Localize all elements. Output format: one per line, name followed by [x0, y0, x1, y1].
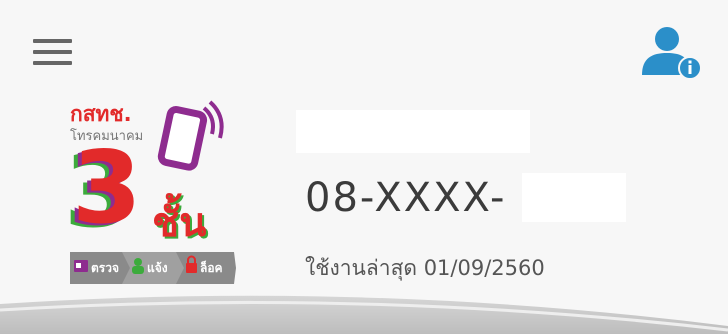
menu-line [33, 39, 72, 43]
last-used-text: ใช้งานล่าสุด 01/09/2560 [305, 256, 545, 280]
redacted-phone-suffix [522, 173, 626, 222]
menu-line [33, 61, 72, 65]
logo-step-2: แจ้ง [147, 261, 168, 275]
redacted-name [296, 110, 530, 153]
logo-word-text: ชั้น [152, 193, 207, 246]
logo-agency-text: กสทช. [70, 102, 132, 126]
phone-icon [157, 105, 208, 171]
menu-line [33, 50, 72, 54]
bottom-wave [0, 295, 728, 334]
logo-step-1: ตรวจ [91, 261, 119, 275]
logo-step-3: ล็อค [200, 260, 223, 275]
hamburger-menu-icon[interactable] [33, 37, 73, 67]
top-bar [0, 0, 728, 100]
nbtc-3-step-logo: กสทช. โทรคมนาคม 3 3 3 ชั้น ชั้น ตรวจ แจ้… [64, 100, 236, 290]
user-info-icon [642, 27, 702, 80]
id-card-icon [74, 260, 88, 272]
user-info-button[interactable] [638, 22, 704, 82]
phone-number: 08-XXXX- [305, 175, 507, 221]
logo-number-text: 3 [72, 129, 142, 246]
